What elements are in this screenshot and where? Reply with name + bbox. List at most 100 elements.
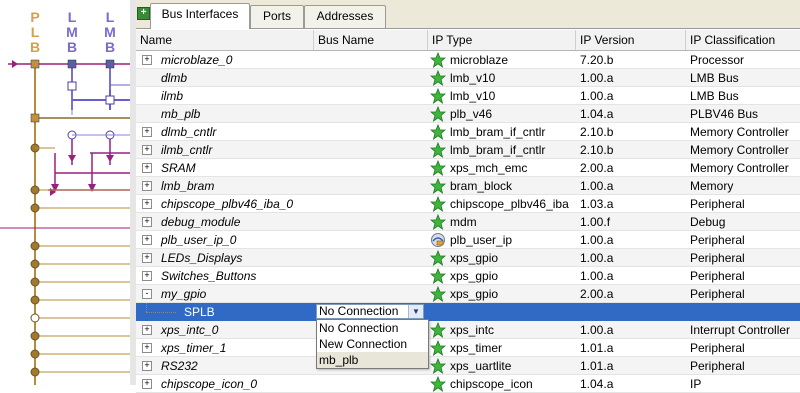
instance-name: SRAM	[161, 161, 196, 175]
column-header-ip-type[interactable]: IP Type	[428, 30, 576, 50]
bus-name-select[interactable]: No Connection ▼	[316, 304, 424, 319]
ip-type-cell: xps_mch_emc	[428, 159, 572, 176]
ip-type-cell: xps_gpio	[428, 285, 572, 302]
plb-open-node	[30, 313, 40, 323]
ip-type-text: xps_gpio	[450, 287, 499, 301]
instance-name: RS232	[161, 359, 198, 373]
ip-star-icon	[430, 70, 446, 86]
bus-name-cell[interactable]: No Connection ▼	[136, 303, 436, 320]
bus-interfaces-panel: + Bus Interfaces Ports Addresses Name Bu…	[136, 0, 800, 393]
bus-name-cell[interactable]	[314, 231, 424, 248]
table-row[interactable]: + ilmb_cntlr lmb_bram_if_cntlr 2.10.b Memory…	[136, 141, 800, 159]
tab-ports[interactable]: Ports	[250, 5, 304, 28]
user-ip-icon	[431, 233, 445, 247]
table-row[interactable]: + xps_timer_1 xps_timer 1.01.a Peripheral	[136, 339, 800, 357]
bus-name-cell[interactable]	[314, 69, 424, 86]
bus-name-cell[interactable]	[314, 195, 424, 212]
instance-name: ilmb	[161, 89, 184, 103]
table-row[interactable]: + chipscope_plbv46_iba_0 chipscope_plbv46_…	[136, 195, 800, 213]
ip-star-icon	[430, 124, 446, 140]
bus-name-cell[interactable]	[314, 141, 424, 158]
plb-slave-node-1	[30, 203, 40, 213]
column-header-bus-name[interactable]: Bus Name	[314, 30, 428, 50]
expand-icon[interactable]: +	[142, 361, 152, 371]
collapse-icon[interactable]: -	[142, 289, 152, 299]
chevron-down-icon[interactable]: ▼	[408, 305, 423, 318]
column-header-ip-version[interactable]: IP Version	[576, 30, 686, 50]
ip-star-icon	[430, 322, 446, 338]
ip-type-cell: lmb_bram_if_cntlr	[428, 141, 572, 158]
bus-name-cell[interactable]	[314, 249, 424, 266]
ip-version-cell: 7.20.b	[580, 53, 614, 67]
instance-name: dlmb_cntlr	[161, 125, 217, 139]
expand-icon[interactable]: +	[142, 253, 152, 263]
expand-icon[interactable]: +	[142, 145, 152, 155]
bus-diagram[interactable]: P L B L M B L M B	[0, 0, 131, 385]
ip-type-text: xps_timer	[450, 341, 503, 355]
bus-name-cell[interactable]	[314, 123, 424, 140]
table-row[interactable]: + debug_module mdm 1.00.f Debug	[136, 213, 800, 231]
tab-addresses[interactable]: Addresses	[304, 5, 386, 28]
bram-arrow-b	[88, 184, 96, 192]
expand-icon[interactable]: +	[142, 379, 152, 389]
table-row[interactable]: + chipscope_icon_0 chipscope_icon 1.04.a IP	[136, 375, 800, 393]
bus-name-cell[interactable]	[314, 105, 424, 122]
bus-name-cell[interactable]	[314, 267, 424, 284]
table-row[interactable]: + Switches_Buttons xps_gpio 1.00.a Periphera…	[136, 267, 800, 285]
name-cell: dlmb	[136, 69, 311, 86]
table-row[interactable]: + RS232 xps_uartlite 1.01.a Peripheral	[136, 357, 800, 375]
name-cell: + ilmb_cntlr	[136, 141, 311, 158]
expand-icon[interactable]: +	[142, 325, 152, 335]
ip-type-text: bram_block	[450, 179, 513, 193]
expand-icon[interactable]: +	[142, 343, 152, 353]
table-row[interactable]: mb_plb plb_v46 1.04.a PLBV46 Bus	[136, 105, 800, 123]
plb-slave-node-6	[30, 331, 40, 341]
expand-icon[interactable]: +	[142, 55, 152, 65]
dropdown-option[interactable]: New Connection	[317, 336, 428, 352]
ip-type-cell: chipscope_icon	[428, 375, 572, 392]
table-row[interactable]: + LEDs_Displays xps_gpio 1.00.a Peripheral	[136, 249, 800, 267]
plb-slave-node-7	[30, 349, 40, 359]
bus-name-cell[interactable]	[314, 213, 424, 230]
ip-classification-cell: LMB Bus	[690, 71, 739, 85]
table-row[interactable]: ilmb lmb_v10 1.00.a LMB Bus	[136, 87, 800, 105]
instance-name: chipscope_plbv46_iba_0	[161, 197, 294, 211]
table-row[interactable]: + microblaze_0 microblaze 7.20.b Processor	[136, 51, 800, 69]
ip-type-cell: xps_intc	[428, 321, 572, 338]
expand-icon[interactable]: +	[142, 271, 152, 281]
dropdown-option[interactable]: No Connection	[317, 320, 428, 336]
table-row[interactable]: + xps_intc_0 xps_intc 1.00.a Interrupt Contr…	[136, 321, 800, 339]
expand-icon[interactable]: +	[142, 235, 152, 245]
column-header-name[interactable]: Name	[136, 30, 314, 50]
table-row[interactable]: - my_gpio xps_gpio 2.00.a Peripheral	[136, 285, 800, 303]
ip-type-cell: lmb_v10	[428, 69, 572, 86]
dropdown-option[interactable]: mb_plb	[317, 352, 428, 368]
expand-icon[interactable]: +	[142, 199, 152, 209]
expand-icon[interactable]: +	[142, 127, 152, 137]
plb-slave-node-4	[30, 277, 40, 287]
table-row[interactable]: + SRAM xps_mch_emc 2.00.a Memory Controller	[136, 159, 800, 177]
instance-name: debug_module	[161, 215, 241, 229]
ip-star-icon	[430, 106, 446, 122]
bus-name-cell[interactable]	[314, 375, 424, 392]
table-row[interactable]: + lmb_bram bram_block 1.00.a Memory	[136, 177, 800, 195]
column-header-ip-classification[interactable]: IP Classification	[686, 30, 800, 50]
table-row[interactable]: + plb_user_ip_0 plb_user_ip 1.00.a Periphera…	[136, 231, 800, 249]
expand-icon[interactable]: +	[142, 217, 152, 227]
bus-name-cell[interactable]	[314, 159, 424, 176]
ip-star-icon	[430, 340, 446, 356]
bus-name-cell[interactable]	[314, 87, 424, 104]
table-row[interactable]: + dlmb_cntlr lmb_bram_if_cntlr 2.10.b Memory…	[136, 123, 800, 141]
expand-icon[interactable]: +	[142, 181, 152, 191]
expand-icon[interactable]: +	[142, 163, 152, 173]
name-cell: + plb_user_ip_0	[136, 231, 311, 248]
ip-type-text: xps_gpio	[450, 251, 499, 265]
bus-name-cell[interactable]	[314, 177, 424, 194]
bus-name-cell[interactable]	[314, 285, 424, 302]
ip-version-cell: 1.00.a	[580, 71, 614, 85]
tab-bus-interfaces[interactable]: Bus Interfaces	[150, 3, 250, 29]
table-row[interactable]: dlmb lmb_v10 1.00.a LMB Bus	[136, 69, 800, 87]
table-row-selected[interactable]: SPLB No Connection ▼	[136, 303, 800, 321]
name-cell: - my_gpio	[136, 285, 311, 302]
bus-name-cell[interactable]	[314, 51, 424, 68]
